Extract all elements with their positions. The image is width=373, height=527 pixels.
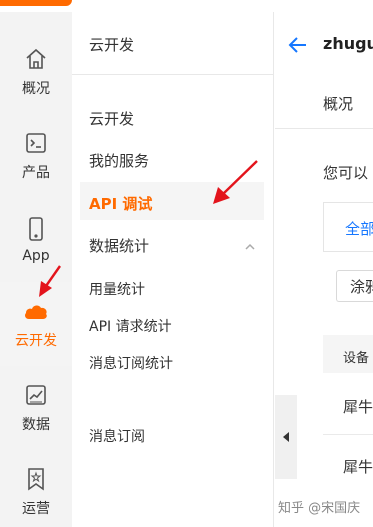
rail-item-label: 运营 (22, 501, 50, 517)
rail-item-overview[interactable]: 概况 (0, 30, 72, 114)
menu-subitem-api-request-stats[interactable]: API 请求统计 (89, 316, 172, 336)
chevron-up-icon[interactable] (244, 238, 256, 250)
brand-logo-strip (0, 0, 72, 6)
menu-subitem-usage-stats[interactable]: 用量统计 (89, 279, 145, 299)
rail-item-label: 产品 (22, 165, 50, 181)
menu-item-message-sub[interactable]: 消息订阅 (89, 426, 145, 446)
filter-select-value: 涂鸦 (350, 278, 373, 296)
caret-left-icon (281, 428, 291, 447)
menu-divider (72, 74, 274, 75)
rail-item-data[interactable]: 数据 (0, 366, 72, 450)
menu-item-cloud-dev[interactable]: 云开发 (89, 108, 134, 129)
collapse-sidebar-handle[interactable] (275, 395, 297, 479)
chart-icon (23, 382, 49, 408)
back-arrow-icon[interactable] (287, 34, 309, 56)
tab-overview[interactable]: 概况 (323, 93, 353, 114)
menu-item-data-stats[interactable]: 数据统计 (89, 235, 149, 256)
menu-item-my-services[interactable]: 我的服务 (89, 150, 149, 171)
terminal-icon (23, 130, 49, 156)
rail-item-label: 数据 (22, 417, 50, 433)
table-cell-device[interactable]: 犀牛 (343, 396, 373, 417)
app-name-title: zhugu (323, 34, 373, 53)
table-row-divider (323, 434, 373, 435)
rail-item-label: 云开发 (15, 333, 57, 349)
table-cell-device[interactable]: 犀牛 (343, 456, 373, 477)
annotation-arrow-icon (213, 160, 258, 204)
table-header-device: 设备 (343, 351, 370, 366)
top-bar (0, 0, 373, 12)
home-icon (23, 46, 49, 72)
phone-icon (23, 216, 49, 242)
menu-title: 云开发 (89, 36, 135, 54)
bookmark-star-icon (23, 466, 49, 492)
menu-subitem-message-sub-stats[interactable]: 消息订阅统计 (89, 353, 173, 373)
watermark: 知乎 @宋国庆 (278, 501, 361, 516)
rail-item-products[interactable]: 产品 (0, 114, 72, 198)
intro-text: 您可以 (323, 164, 369, 182)
rail-item-operations[interactable]: 运营 (0, 450, 72, 527)
tab-all[interactable]: 全部 (345, 218, 373, 239)
annotation-arrow-icon (39, 265, 61, 297)
menu-item-api-debug[interactable]: API 调试 (89, 193, 152, 214)
rail-item-label: 概况 (22, 81, 50, 97)
main-divider (275, 128, 373, 129)
secondary-menu: 云开发 云开发 我的服务 API 调试 数据统计 用量统计 API 请求统计 消… (72, 12, 274, 527)
